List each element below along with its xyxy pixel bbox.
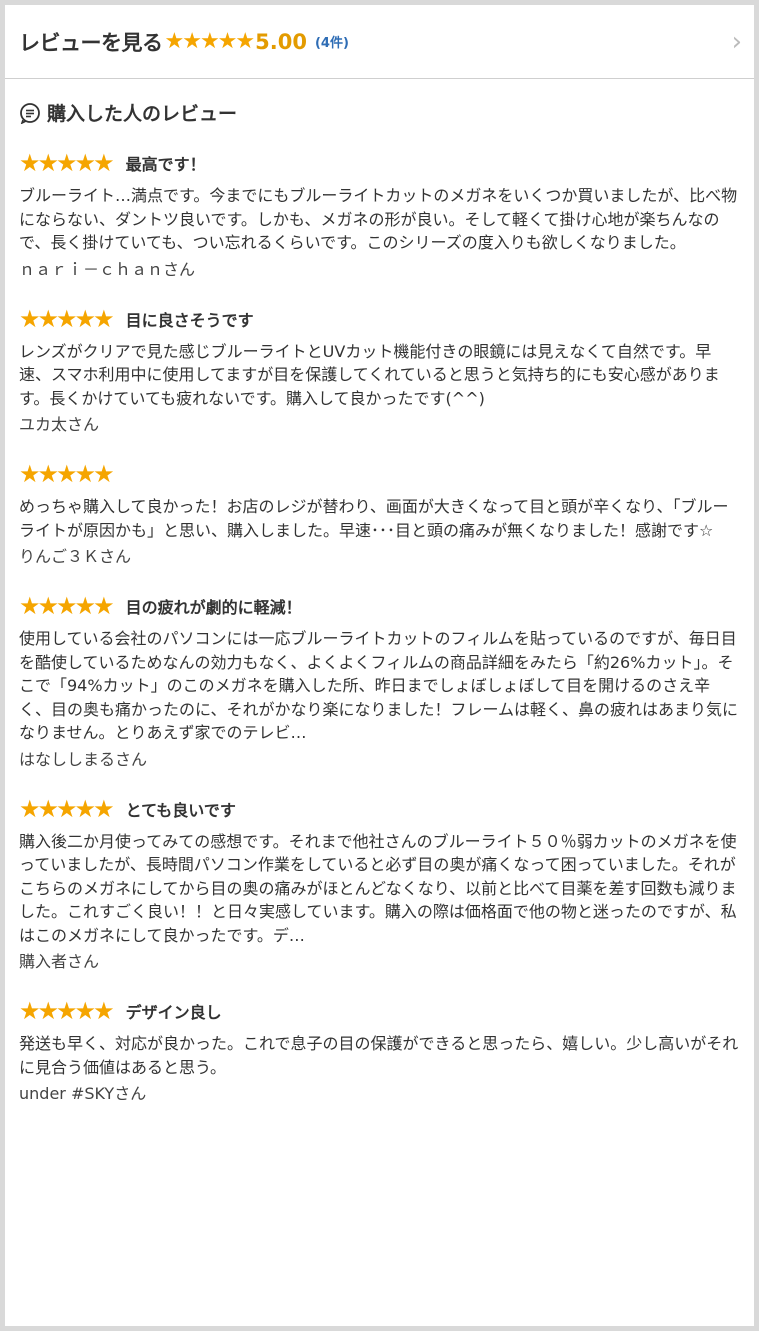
review-item: ★★★★★ 最高です！ ブルーライト…満点です。今までにもブルーライトカットのメ… [19,148,740,282]
review-stars: ★★★★★ [19,460,115,488]
review-stars: ★★★★★ [19,794,115,823]
reviewer-name: 購入者さん [19,952,100,971]
reviewer-name: under #SKYさん [19,1084,147,1103]
review-body: 購入後二か月使ってみての感想です。それまで他社さんのブルーライト５０％弱カットの… [19,831,737,945]
section-heading: 購入した人のレビュー [19,99,740,126]
purchaser-reviews-section: 購入した人のレビュー ★★★★★ 最高です！ ブルーライト…満点です。今までにも… [5,79,754,1106]
review-body: レンズがクリアで見た感じブルーライトとUVカット機能付きの眼鏡には見えなくて自然… [19,341,720,408]
reviewer-name: ユカ太さん [19,415,100,434]
review-body: 発送も早く、対応が良かった。これで息子の目の保護ができると思ったら、嬉しい。少し… [19,1034,739,1077]
review-title: 最高です！ [125,155,206,174]
review-item: ★★★★★ とても良いです 購入後二か月使ってみての感想です。それまで他社さんの… [19,794,740,975]
rating-stars: ★★★★★ [164,29,256,54]
reviewer-name: りんご３Ｋさん [19,547,132,566]
reviewer-name: ｎａｒｉ－ｃｈａｎさん [19,259,196,279]
review-body: ブルーライト…満点です。今までにもブルーライトカットのメガネをいくつか買いました… [19,186,738,252]
review-stars: ★★★★★ [19,304,115,333]
review-title: デザイン良し [125,1003,222,1022]
review-panel: レビューを見る ★★★★★ 5.00 (4件) › 購入した人のレビュー ★★★… [5,5,754,1326]
review-item: ★★★★★ 目の疲れが劇的に軽減！ 使用している会社のパソコンには一応ブルーライ… [19,591,740,772]
review-stars: ★★★★★ [19,592,115,620]
section-title: 購入した人のレビュー [47,103,238,125]
review-item: ★★★★★ 目に良さそうです レンズがクリアで見た感じブルーライトとUVカット機… [19,304,740,438]
review-title: とても良いです [125,800,236,820]
review-item: ★★★★★ デザイン良し 発送も早く、対応が良かった。これで息子の目の保護ができ… [19,996,740,1106]
review-body: 使用している会社のパソコンには一応ブルーライトカットのフィルムを貼っているのです… [19,629,739,742]
review-count: (4件) [314,36,349,51]
view-reviews-link[interactable]: レビューを見る ★★★★★ 5.00 (4件) › [5,5,754,79]
review-body: めっちゃ購入して良かった！お店のレジが替わり、画面が大きくなって目と頭が辛くなり… [19,497,729,540]
speech-bubble-icon [20,102,40,124]
review-title: 目の疲れが劇的に軽減！ [125,598,302,617]
review-title: 目に良さそうです [125,310,254,330]
header-title: レビューを見る [19,30,163,55]
reviewer-name: はなししまるさん [19,749,148,769]
review-item: ★★★★★ めっちゃ購入して良かった！お店のレジが替わり、画面が大きくなって目と… [19,459,740,569]
rating-score: 5.00 [255,29,307,54]
chevron-right-icon: › [731,26,742,57]
review-stars: ★★★★★ [19,997,115,1025]
review-stars: ★★★★★ [19,149,115,177]
